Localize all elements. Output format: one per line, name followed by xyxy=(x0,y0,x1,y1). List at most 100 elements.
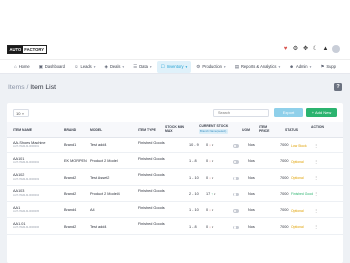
chevron-down-icon: ▼ xyxy=(21,112,25,116)
uom-cell: Nos xyxy=(248,159,255,164)
branch-select[interactable]: Branch Name(select) xyxy=(199,128,229,134)
item-name-cell: AA102 AUT-ITEM-M-0000003 xyxy=(13,173,39,182)
current-stock-value: 17 xyxy=(206,191,211,196)
uom-toggle[interactable] xyxy=(233,144,239,148)
chevron-down-icon[interactable]: ▾ xyxy=(214,192,215,196)
item-price-cell: 7000 xyxy=(280,224,289,229)
fullscreen-icon[interactable]: ✥ xyxy=(302,46,309,53)
more-actions-icon[interactable]: ⋮ xyxy=(314,224,318,229)
chevron-down-icon[interactable]: ▾ xyxy=(212,225,213,229)
item-type-cell: Finished Goods xyxy=(138,156,165,161)
item-code: AUT-ITEM-M-0000004 xyxy=(13,193,40,197)
uom-toggle[interactable] xyxy=(233,176,239,181)
model-cell: A4 xyxy=(90,208,95,213)
help-button[interactable]: ? xyxy=(334,83,342,91)
nav-item-leads[interactable]: ☺ Leads ▾ xyxy=(70,61,100,72)
item-type-cell: Finished Goods xyxy=(138,189,165,194)
nav-item-data[interactable]: ☰ Data ▾ xyxy=(129,61,155,73)
nav-item-reports-analytics[interactable]: ▤ Reports & Analytics ▾ xyxy=(231,61,285,73)
col-current-stock-label: CURRENT STOCK xyxy=(199,124,229,128)
nav-item-home[interactable]: ⌂ Home xyxy=(10,61,34,72)
item-name[interactable]: AA102 xyxy=(13,173,24,177)
uom-toggle[interactable] xyxy=(233,225,239,229)
arrow-down-icon: ↓ xyxy=(209,224,211,229)
breadcrumb-parent[interactable]: Items xyxy=(8,84,25,91)
current-stock-cell: 0 ↓ ▾ xyxy=(206,176,213,180)
item-name[interactable]: AA-Shoes Machine xyxy=(13,141,46,145)
notifications-icon[interactable]: ▲ xyxy=(322,46,329,53)
item-name[interactable]: AA103 xyxy=(13,189,24,193)
chevron-down-icon[interactable]: ▾ xyxy=(212,159,213,163)
arrow-down-icon: ↓ xyxy=(209,208,211,213)
item-code: AUT-ITEM-M-0000001 xyxy=(13,144,40,148)
chevron-down-icon[interactable]: ▾ xyxy=(212,176,213,180)
moon-icon[interactable]: ☾ xyxy=(312,46,319,53)
uom-toggle[interactable] xyxy=(233,160,239,164)
uom-toggle[interactable] xyxy=(233,209,239,213)
nav-item-admin[interactable]: ☻ Admin ▾ xyxy=(285,61,315,72)
current-stock-value: 0 xyxy=(206,175,209,180)
table-row[interactable]: AA102 AUT-ITEM-M-0000003 Brand2 Test Asset2… xyxy=(7,171,343,186)
col-item-type[interactable]: ITEM TYPE xyxy=(138,128,156,132)
avatar[interactable] xyxy=(332,45,340,53)
stock-min-max-cell: 1 - 8 xyxy=(189,159,197,164)
uom-cell: Nos xyxy=(248,191,255,196)
more-actions-icon[interactable]: ⋮ xyxy=(314,159,318,164)
col-item-name[interactable]: ITEM NAME xyxy=(13,128,32,132)
chevron-down-icon[interactable]: ▾ xyxy=(212,143,213,147)
chevron-down-icon[interactable]: ▾ xyxy=(212,208,213,212)
item-code: AUT-ITEM-M-0000006 xyxy=(13,226,40,230)
table-row[interactable]: AA101 AUT-ITEM-M-0000002 EK MORPEN Product … xyxy=(7,154,343,170)
stock-min-max-cell: 10 - 9 xyxy=(189,143,199,147)
add-new-button[interactable]: + Add New xyxy=(306,108,337,117)
export-button[interactable]: Export xyxy=(274,108,303,117)
col-current-stock[interactable]: CURRENT STOCK Branch Name(select) xyxy=(199,124,229,134)
brand-logo[interactable]: AUTO FACTORY xyxy=(7,45,47,54)
col-status[interactable]: STATUS xyxy=(285,128,298,132)
col-stock-min-max[interactable]: STOCK MIN MAX xyxy=(165,125,185,133)
more-actions-icon[interactable]: ⋮ xyxy=(314,191,318,196)
col-item-price[interactable]: ITEM PRICE xyxy=(259,125,275,133)
uom-cell: Nos xyxy=(248,143,255,147)
nav-item-label: Reports & Analytics xyxy=(240,64,277,69)
status-badge: Low Stock xyxy=(291,143,307,148)
entries-select[interactable]: 10▼ xyxy=(13,109,29,117)
col-brand[interactable]: BRAND xyxy=(64,128,76,132)
status-badge: Finished Good xyxy=(291,192,314,197)
nav-item-label: Production xyxy=(202,64,222,69)
inventory-icon: ☐ xyxy=(160,63,165,69)
nav-item-inventory[interactable]: ☐ Inventory ▾ xyxy=(156,60,192,73)
nav-item-label: Supp xyxy=(326,64,336,69)
table-row[interactable]: AA1 AUT-ITEM-M-0000005 Brand4 A4 Finished Go… xyxy=(7,203,343,219)
table-row[interactable]: AA103 AUT-ITEM-M-0000004 Brand2 Product 2 M… xyxy=(7,187,343,202)
item-name-cell: AA103 AUT-ITEM-M-0000004 xyxy=(13,189,39,198)
settings-icon[interactable]: ⚙ xyxy=(292,46,299,53)
uom-toggle[interactable] xyxy=(233,192,239,197)
nav-item-label: Deals xyxy=(109,64,121,69)
nav-item-supp[interactable]: ⚑ Supp xyxy=(316,61,340,73)
more-actions-icon[interactable]: ⋮ xyxy=(314,175,318,180)
col-uom[interactable]: UOM xyxy=(242,128,250,132)
bell-icon[interactable]: ♥ xyxy=(282,46,289,53)
more-actions-icon[interactable]: ⋮ xyxy=(314,143,318,148)
item-type-cell: Finished Goods xyxy=(138,173,165,178)
table-row[interactable]: AA-Shoes Machine AUT-ITEM-M-0000001 Brand1… xyxy=(7,138,343,153)
table-row[interactable]: AA1.01 AUT-ITEM-M-0000006 Brand2 Test add4 F… xyxy=(7,220,343,235)
page-title: Item List xyxy=(30,84,56,91)
nav-item-deals[interactable]: ◈ Deals ▾ xyxy=(100,61,128,73)
nav-item-dashboard[interactable]: ▣ Dashboard xyxy=(35,61,69,73)
item-price-cell: 7000 xyxy=(280,143,289,147)
chevron-down-icon: ▾ xyxy=(122,64,125,69)
current-stock-value: 0 xyxy=(206,208,209,213)
item-type-cell: Finished Goods xyxy=(138,140,165,145)
item-price-cell: 7000 xyxy=(280,208,289,213)
nav-item-production[interactable]: ⚙ Production ▾ xyxy=(192,61,229,73)
col-model[interactable]: MODEL xyxy=(90,128,102,132)
brand-cell: Brand2 xyxy=(64,224,77,229)
item-name-cell: AA1 AUT-ITEM-M-0000005 xyxy=(13,206,39,215)
current-stock-cell: 0 ↓ ▾ xyxy=(206,159,213,163)
chevron-down-icon: ▾ xyxy=(93,64,96,69)
more-actions-icon[interactable]: ⋮ xyxy=(314,208,318,213)
search-input[interactable] xyxy=(213,109,269,117)
home-icon: ⌂ xyxy=(14,64,17,69)
